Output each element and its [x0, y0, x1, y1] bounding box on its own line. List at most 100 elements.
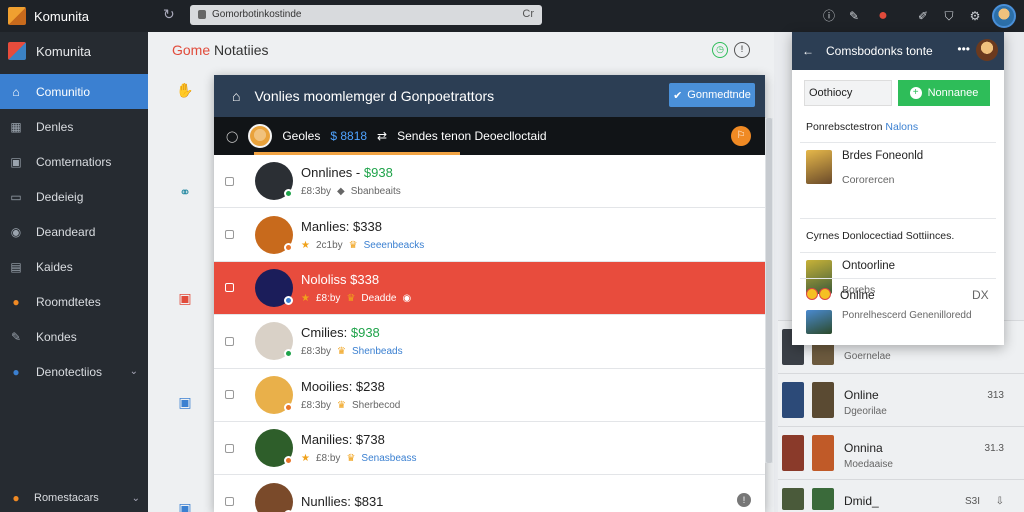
home-icon[interactable]: ⌂ [232, 88, 240, 104]
status-dot [284, 456, 293, 466]
row-checkbox[interactable] [225, 336, 234, 346]
sidebar-item-kondes[interactable]: ✎ Kondes [0, 319, 148, 354]
table-row[interactable]: Cmilies: $938 £8:3by ♛ Shenbeads [214, 315, 765, 369]
info-icon[interactable]: ⓘ [820, 7, 838, 25]
row-checkbox[interactable] [225, 390, 234, 400]
shield-icon[interactable]: ⛉ [940, 7, 958, 25]
row-meta: ★ £8:by ♛ Senasbeass [301, 453, 417, 465]
sidebar-item-kaides[interactable]: ▤ Kaides [0, 249, 148, 284]
shield-icon: ◉ [10, 224, 22, 239]
sidebar-item-label: Denotectiios [36, 364, 103, 379]
avatar [255, 322, 293, 361]
panel-subheader: ◯ Geoles $ 8818 ⇄ Sendes tenon Deoeclloc… [214, 117, 765, 155]
chevron-down-icon[interactable]: ⌄ [130, 366, 138, 377]
table-row[interactable]: Onnlines - $938 £8:3by ◆ Sbanbeaits [214, 155, 765, 209]
bell-icon[interactable]: ⚐ [731, 126, 751, 146]
card-icon[interactable]: ▣ [176, 500, 194, 512]
thumbnail [782, 488, 804, 510]
trophy-icon: ♛ [337, 399, 346, 411]
close-icon[interactable]: DX [972, 288, 989, 302]
row-name: Cmilies: $938 [301, 325, 380, 341]
settings-icon[interactable]: ⚙ [966, 7, 984, 25]
sidebar-item-roomdtetes[interactable]: ● Roomdtetes [0, 284, 148, 319]
row-checkbox[interactable] [225, 230, 234, 240]
sidebar-item-comunitio[interactable]: ⌂ Comunitio [0, 74, 156, 109]
row-meta: £8:3by ♛ Sherbecod [301, 399, 401, 411]
popup-online-row[interactable]: Online DX [806, 288, 989, 302]
list-item[interactable]: Dmid_ S3I ⇩ [778, 479, 1024, 512]
address-extension-icon[interactable]: Cr [522, 8, 534, 20]
reload-icon[interactable]: ↻ [163, 6, 175, 23]
panel-scrollbar[interactable] [765, 118, 773, 463]
table-row[interactable]: Manilies: $738 ★ £8:by ♛ Senasbeass [214, 422, 765, 476]
list-item-name: Dmid_ [844, 494, 879, 508]
row-checkbox[interactable] [225, 176, 234, 186]
home-icon: ⌂ [12, 84, 20, 99]
thumbnail [806, 150, 832, 184]
chevron-down-icon[interactable]: ⌄ [132, 493, 140, 504]
table-row[interactable]: Mooilies: $238 £8:3by ♛ Sherbecod [214, 369, 765, 422]
pin-icon[interactable]: ✎ [845, 7, 863, 25]
popup-item[interactable]: Brdes Foneonld Cororercen [806, 150, 923, 186]
sidebar-item-deandeard[interactable]: ◉ Deandeard [0, 214, 148, 249]
avatar [248, 124, 273, 148]
help-icon[interactable]: ! [734, 42, 750, 58]
scrollbar-thumb[interactable] [766, 118, 772, 463]
sidebar-item-label: Comunitio [36, 84, 91, 99]
circle-icon[interactable]: ◯ [226, 130, 238, 143]
page-title: Gome Notatiies [172, 42, 268, 58]
status-icon[interactable]: ◷ [712, 42, 728, 58]
app-brand[interactable]: Komunita [8, 7, 89, 25]
sidebar-footer-label: Romestacars [34, 492, 99, 504]
row-checkbox[interactable] [225, 283, 234, 293]
calendar-icon[interactable]: ▣ [176, 290, 194, 308]
table-row[interactable]: Manlies: $338 ★ 2c1by ♛ Seeenbeacks [214, 208, 765, 262]
more-icon[interactable]: ••• [957, 42, 970, 56]
popup-link-line[interactable]: Ponrebsctestron Nalons [806, 121, 918, 133]
list-item[interactable]: Online Dgeorilae 313 [778, 373, 1024, 426]
back-arrow-icon[interactable]: ← [802, 44, 814, 58]
table-row[interactable]: Nunllies: $831 ! [214, 475, 765, 512]
sidebar-footer[interactable]: ● Romestacars ⌄ [8, 490, 140, 506]
hand-icon[interactable]: ✋ [176, 82, 194, 100]
row-name: Manilies: $738 [301, 432, 385, 448]
avatar [255, 429, 293, 468]
row-text: Manilies: $738 ★ £8:by ♛ Senasbeass [301, 432, 416, 464]
row-meta: ★ 2c1by ♛ Seeenbeacks [301, 239, 425, 251]
link-icon[interactable]: ⚭ [176, 184, 194, 202]
popup-ghost-button[interactable]: Oothiocy [804, 80, 892, 106]
popup-bottom-item[interactable]: Ponrelhescerd Genenilloredd [806, 310, 972, 334]
status-dot [284, 242, 293, 252]
edit-icon[interactable]: ✐ [914, 7, 932, 25]
panel-action-button[interactable]: ✔ Gonmedtnde [669, 83, 755, 107]
cart-icon[interactable]: ⇩ [996, 496, 1004, 507]
list-item[interactable]: Onnina Moedaaise 31.3 [778, 426, 1024, 479]
thumbnail [812, 435, 834, 471]
row-checkbox[interactable] [225, 497, 234, 507]
row-text: Nunllies: $831 [301, 494, 383, 509]
popup-add-button[interactable]: + Nonnanee [898, 80, 990, 106]
popup-header: ← Comsbodonks tonte ••• [792, 32, 1004, 70]
popup-online-label: Online [840, 288, 875, 302]
row-text: Cmilies: $938 £8:3by ♛ Shenbeads [301, 325, 403, 357]
user-avatar[interactable] [992, 4, 1016, 28]
address-bar[interactable]: Gomorbotinkostinde Cr [190, 5, 542, 25]
sidebar-item-label: Denles [36, 119, 74, 134]
sidebar-item-label: Roomdtetes [36, 294, 101, 309]
page-title-accent: Gome [172, 42, 211, 58]
card-icon[interactable]: ▣ [176, 394, 194, 412]
thumbnail [812, 488, 834, 510]
star-icon: ★ [301, 239, 310, 251]
eye-icon: ◉ [402, 292, 412, 304]
sidebar-item-denles[interactable]: ▦ Denles [0, 109, 148, 144]
lock-icon [198, 10, 206, 19]
info-icon[interactable]: ! [737, 493, 751, 508]
row-checkbox[interactable] [225, 443, 234, 453]
fire-icon[interactable]: ● [874, 7, 892, 25]
sidebar-item-denotectiios[interactable]: ● Denotectiios ⌄ [0, 354, 148, 389]
table-row-selected[interactable]: Nololiss $338 ★ £8:by ♛ Deadde ◉ [214, 261, 765, 316]
sidebar-brand[interactable]: Komunita [8, 42, 91, 60]
sidebar-item-comternatiors[interactable]: ▣ Comternatiors [0, 144, 148, 179]
sidebar-item-dedeieig[interactable]: ▭ Dedeieig [0, 179, 148, 214]
avatar[interactable] [976, 39, 998, 61]
